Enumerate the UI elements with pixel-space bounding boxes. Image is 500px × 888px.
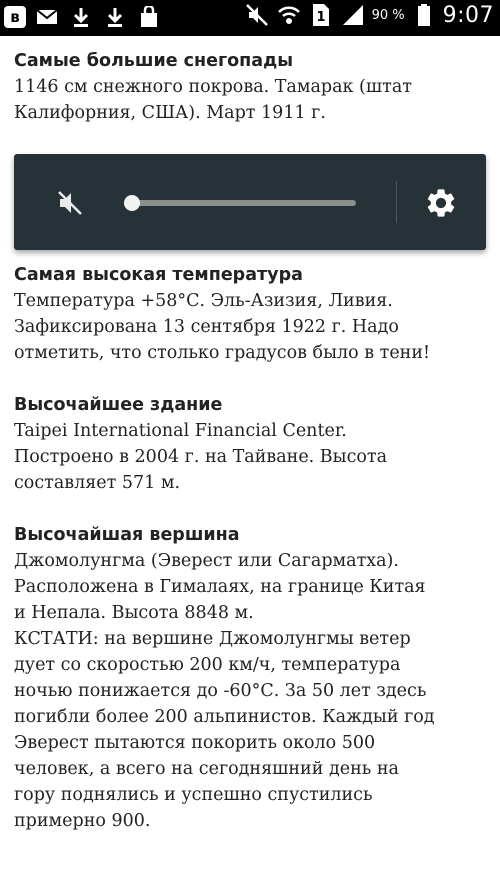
- system-icons: 1 90 % 9:07: [244, 2, 494, 28]
- battery-percent: 90 %: [371, 7, 405, 23]
- entry-line: Джомолунгма (Эверест или Сагарматха).: [14, 551, 399, 571]
- shopping-bag-icon: [136, 4, 162, 30]
- entry-heading: Высочайшее здание: [14, 395, 223, 415]
- entry-line: Эверест пытаются покорить около 500: [14, 733, 376, 753]
- entry-line: 1146 см снежного покрова. Тамарак (штат: [14, 77, 412, 97]
- entry-line: примерно 900.: [14, 811, 151, 831]
- volume-slider[interactable]: [124, 195, 356, 211]
- entry-line: КСТАТИ: на вершине Джомолунгмы ветер: [14, 629, 411, 649]
- entry-line: и Непала. Высота 8848 м.: [14, 603, 254, 623]
- gear-icon[interactable]: [424, 186, 458, 220]
- entry-line: гору поднялись и успешно спустились: [14, 785, 373, 805]
- entry-heading: Самая высокая температура: [14, 265, 303, 285]
- entry-line: Построено в 2004 г. на Тайване. Высота: [14, 447, 388, 467]
- mute-icon: [244, 2, 270, 28]
- entry-snowfall: Самые большие снегопады 1146 см снежного…: [14, 48, 490, 126]
- entry-line: Taipei International Financial Center.: [14, 421, 347, 441]
- wifi-icon: [276, 2, 302, 28]
- clock: 9:07: [442, 2, 494, 28]
- divider: [396, 181, 397, 223]
- battery-icon: [411, 2, 437, 28]
- entry-line: составляет 571 м.: [14, 473, 181, 493]
- entry-line: дует со скоростью 200 км/ч, температура: [14, 655, 401, 675]
- volume-panel: [14, 154, 486, 250]
- sim-label: 1: [316, 10, 325, 25]
- entry-line: отметить, что столько градусов было в те…: [14, 343, 431, 363]
- signal-icon: [340, 2, 366, 28]
- entry-line: человек, а всего на сегодняшний день на: [14, 759, 399, 779]
- entry-building: Высочайшее здание Taipei International F…: [14, 392, 490, 496]
- entry-line: Зафиксирована 13 сентября 1922 г. Надо: [14, 317, 399, 337]
- entry-summit: Высочайшая вершина Джомолунгма (Эверест …: [14, 522, 490, 834]
- entry-heading: Самые большие снегопады: [14, 51, 294, 71]
- download-icon: [68, 4, 94, 30]
- status-bar: в 1 90 % 9:07: [0, 0, 500, 36]
- volume-thumb[interactable]: [124, 195, 140, 211]
- entry-line: Температура +58°С. Эль-Азизия, Ливия.: [14, 291, 393, 311]
- notification-icons: в: [4, 4, 162, 30]
- entry-temperature: Самая высокая температура Температура +5…: [14, 262, 490, 366]
- entry-heading: Высочайшая вершина: [14, 525, 240, 545]
- entry-line: ночью понижается до -60°С. За 50 лет зде…: [14, 681, 427, 701]
- mail-icon: [34, 4, 60, 30]
- entry-line: погибли более 200 альпинистов. Каждый го…: [14, 707, 435, 727]
- mute-icon[interactable]: [54, 187, 86, 219]
- entry-line: Калифорния, США). Март 1911 г.: [14, 103, 326, 123]
- download-icon: [102, 4, 128, 30]
- sim-icon: 1: [308, 2, 334, 28]
- entry-line: Расположена в Гималаях, на границе Китая: [14, 577, 426, 597]
- vk-icon: в: [4, 6, 26, 28]
